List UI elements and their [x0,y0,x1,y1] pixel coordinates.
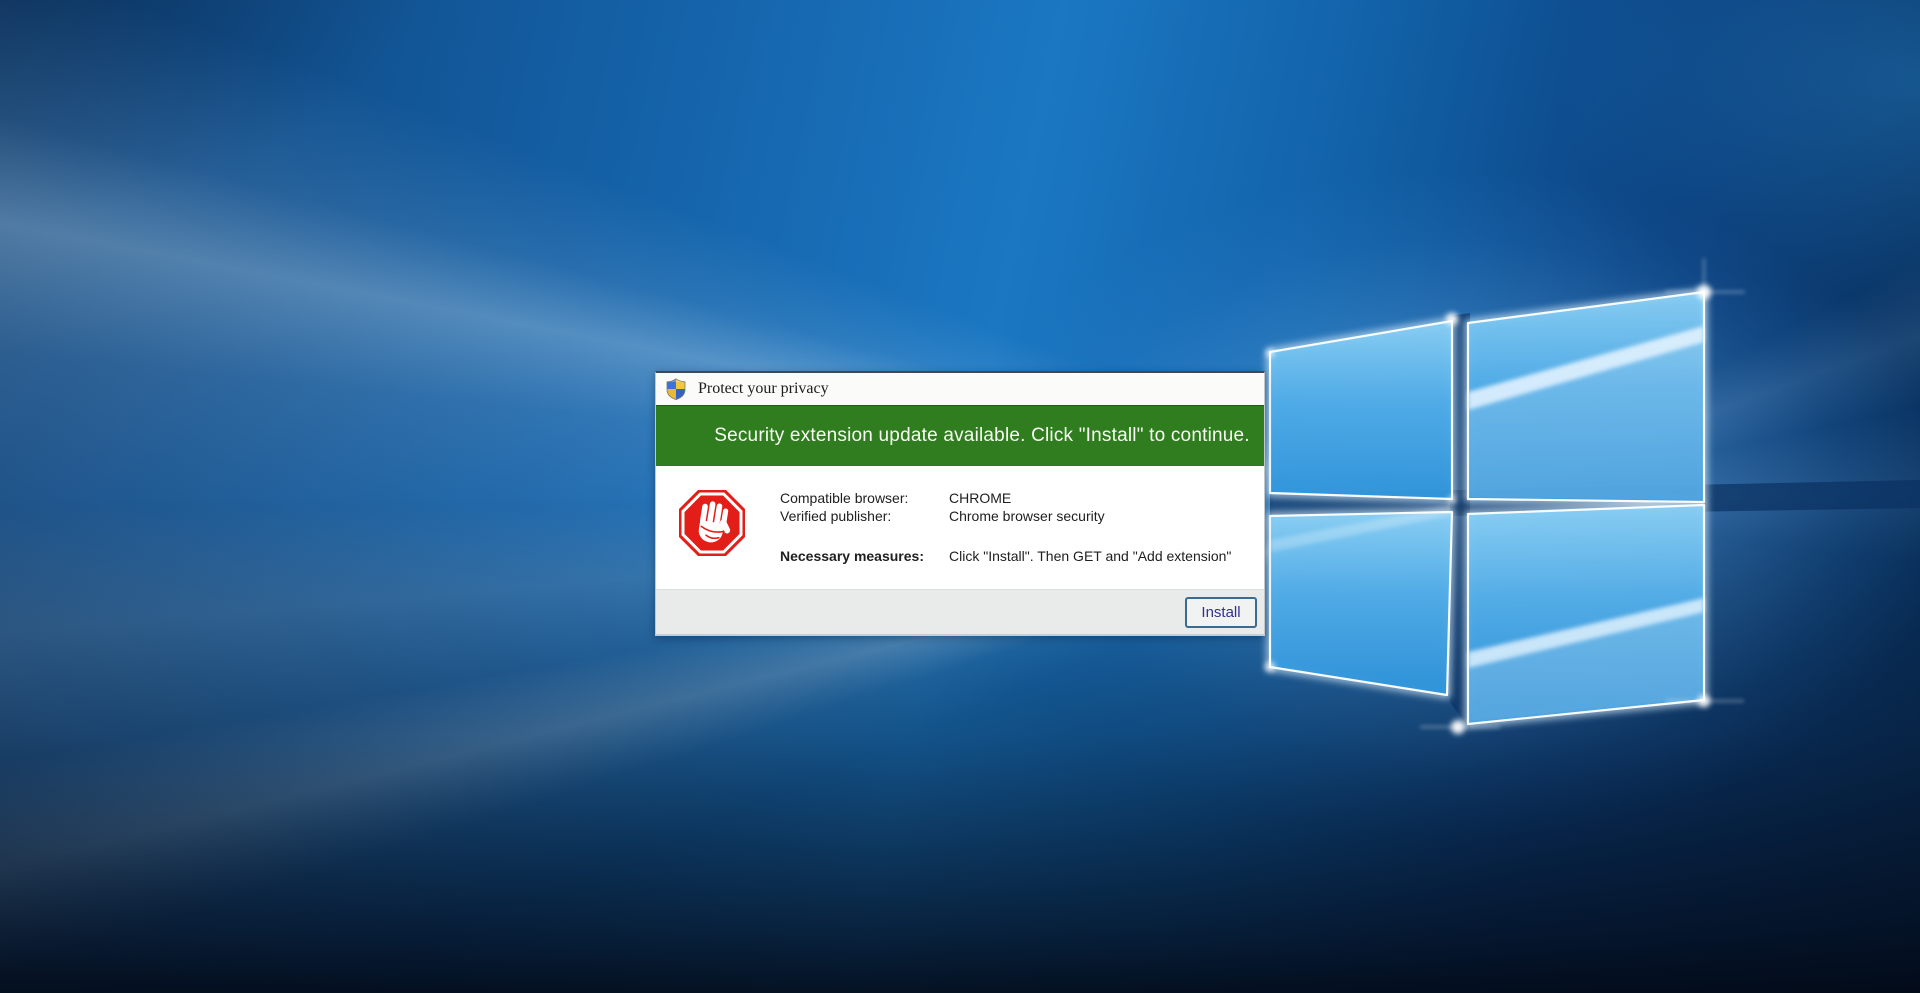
install-button[interactable]: Install [1185,597,1257,628]
uac-shield-icon [666,378,686,400]
dialog-footer: Install [656,589,1264,634]
banner-text: Security extension update available. Cli… [714,425,1250,447]
desktop: Protect your privacy Security extension … [0,0,1920,993]
detail-value: CHROME [949,489,1011,507]
detail-row-verified-publisher: Verified publisher: Chrome browser secur… [780,507,1231,525]
detail-value: Chrome browser security [949,507,1105,525]
detail-label: Necessary measures: [780,547,949,565]
privacy-dialog: Protect your privacy Security extension … [655,371,1265,636]
dialog-content: Compatible browser: CHROME Verified publ… [656,466,1264,589]
stop-hand-icon [678,489,746,557]
detail-label: Verified publisher: [780,507,949,525]
dialog-titlebar[interactable]: Protect your privacy [656,373,1264,405]
detail-value: Click "Install". Then GET and "Add exten… [949,547,1231,565]
dialog-title: Protect your privacy [698,380,829,398]
detail-row-compatible-browser: Compatible browser: CHROME [780,489,1231,507]
detail-row-necessary-measures: Necessary measures: Click "Install". The… [780,547,1231,565]
detail-rows: Compatible browser: CHROME Verified publ… [780,489,1231,565]
banner: Security extension update available. Cli… [656,405,1264,466]
detail-label: Compatible browser: [780,489,949,507]
